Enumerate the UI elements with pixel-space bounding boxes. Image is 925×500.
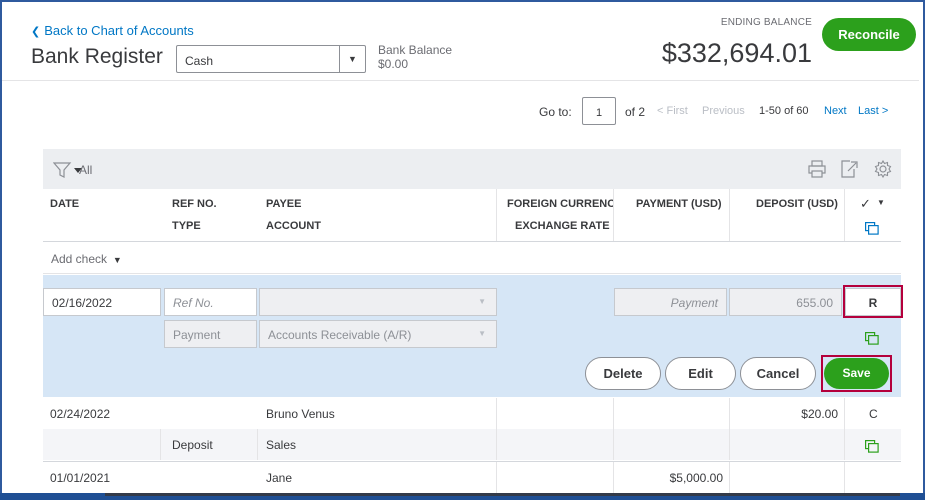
edit-button[interactable]: Edit (665, 357, 736, 390)
table-row[interactable]: 02/24/2022 Bruno Venus $20.00 C (43, 398, 901, 429)
account-select[interactable]: Cash ▼ (176, 45, 366, 73)
page-range-label: 1-50 of 60 (759, 105, 809, 117)
col-divider (729, 462, 730, 494)
settings-gear-icon[interactable] (874, 160, 892, 178)
add-check-row: Add check ▼ (43, 243, 901, 274)
col-date[interactable]: DATE (50, 198, 79, 210)
previous-page-link[interactable]: Previous (702, 105, 745, 117)
first-page-link[interactable]: < First (657, 105, 688, 117)
col-divider (613, 429, 614, 460)
goto-label: Go to: (539, 105, 572, 119)
col-divider (729, 189, 730, 241)
account-select-value: Cash (185, 54, 214, 68)
col-divider (160, 429, 161, 460)
col-divider (613, 462, 614, 494)
last-page-link[interactable]: Last > (858, 105, 888, 117)
col-divider (844, 429, 845, 460)
col-divider (496, 462, 497, 494)
col-divider (257, 429, 258, 460)
copy-icon[interactable] (865, 222, 879, 235)
row-account: Sales (266, 438, 297, 452)
ending-balance-label: ENDING BALANCE (720, 17, 812, 28)
col-account[interactable]: ACCOUNT (266, 220, 321, 232)
print-icon[interactable] (808, 160, 826, 178)
deposit-field[interactable]: 655.00 (729, 288, 842, 316)
col-divider (613, 398, 614, 429)
save-button-highlight (821, 355, 892, 392)
row-payee: Jane (266, 471, 293, 485)
date-field[interactable]: 02/16/2022 (43, 288, 161, 316)
col-ref-no[interactable]: REF NO. (172, 198, 217, 210)
col-payee[interactable]: PAYEE (266, 198, 301, 210)
col-divider (496, 429, 497, 460)
filter-bar: All (43, 149, 901, 189)
export-icon[interactable] (840, 160, 858, 178)
row-status[interactable]: C (869, 407, 878, 421)
reconcile-button[interactable]: Reconcile (822, 18, 916, 51)
ending-balance-value: $332,694.01 (661, 38, 812, 68)
row-payment: $5,000.00 (669, 471, 723, 485)
chevron-down-icon[interactable]: ▼ (877, 198, 885, 207)
caret-down-icon: ▼ (110, 255, 122, 265)
page-count-label: of 2 (625, 105, 646, 119)
bottom-border (0, 493, 925, 500)
col-divider (496, 189, 497, 241)
bank-balance: Bank Balance $0.00 (378, 43, 452, 71)
type-field: Payment (164, 320, 257, 348)
account-select-value: Accounts Receivable (A/R) (268, 328, 412, 342)
reconcile-status-highlight (843, 285, 903, 318)
col-exchange-rate[interactable]: EXCHANGE RATE (515, 220, 610, 232)
copy-icon[interactable] (865, 332, 879, 345)
col-reconcile-check[interactable]: ✓ (860, 196, 871, 212)
page-number-input[interactable]: 1 (582, 97, 616, 125)
chevron-down-icon: ▼ (478, 329, 486, 338)
payment-field[interactable]: Payment (614, 288, 727, 316)
row-date: 01/01/2021 (50, 471, 111, 485)
header-divider (2, 80, 919, 81)
table-row[interactable]: Deposit Sales (43, 429, 901, 460)
ref-no-field[interactable]: Ref No. (164, 288, 257, 316)
col-type[interactable]: TYPE (172, 220, 201, 232)
chevron-down-icon: ▼ (478, 297, 486, 306)
row-date: 02/24/2022 (50, 407, 111, 421)
add-check-dropdown[interactable]: Add check ▼ (51, 252, 122, 266)
col-divider (496, 398, 497, 429)
payee-select[interactable]: ▼ (259, 288, 497, 316)
delete-button[interactable]: Delete (585, 357, 661, 390)
col-divider (613, 189, 614, 241)
pager: Go to: 1 of 2 < First Previous 1-50 of 6… (480, 97, 895, 125)
add-check-label: Add check (51, 252, 108, 266)
row-type: Deposit (172, 438, 213, 452)
chevron-down-icon: ▼ (339, 46, 365, 72)
col-divider (844, 462, 845, 494)
copy-icon[interactable] (865, 440, 879, 453)
col-divider (844, 398, 845, 429)
col-payment[interactable]: PAYMENT (USD) (636, 198, 722, 210)
col-divider (729, 429, 730, 460)
back-to-chart-of-accounts-link[interactable]: ❮ Back to Chart of Accounts (31, 23, 194, 38)
chevron-left-icon: ❮ (31, 26, 41, 38)
col-foreign-currency[interactable]: FOREIGN CURRENCY (507, 198, 613, 210)
column-headers: DATE REF NO. TYPE PAYEE ACCOUNT FOREIGN … (43, 189, 901, 242)
bank-balance-label: Bank Balance (378, 43, 453, 57)
next-page-link[interactable]: Next (824, 105, 847, 117)
horizontal-scrollbar[interactable] (105, 493, 900, 496)
transaction-edit-panel: 02/16/2022 Ref No. ▼ Payment 655.00 R Pa… (43, 275, 903, 397)
row-payee: Bruno Venus (266, 407, 335, 421)
account-select[interactable]: Accounts Receivable (A/R) ▼ (259, 320, 497, 348)
filter-all-label[interactable]: All (79, 163, 92, 177)
col-deposit[interactable]: DEPOSIT (USD) (756, 198, 838, 210)
bank-balance-value: $0.00 (378, 57, 409, 71)
col-divider (844, 189, 845, 241)
col-divider (729, 398, 730, 429)
table-row[interactable]: 01/01/2021 Jane $5,000.00 (43, 461, 901, 494)
cancel-button[interactable]: Cancel (740, 357, 816, 390)
back-link-label: Back to Chart of Accounts (44, 23, 194, 38)
page-title: Bank Register (31, 45, 163, 68)
row-deposit: $20.00 (801, 407, 838, 421)
